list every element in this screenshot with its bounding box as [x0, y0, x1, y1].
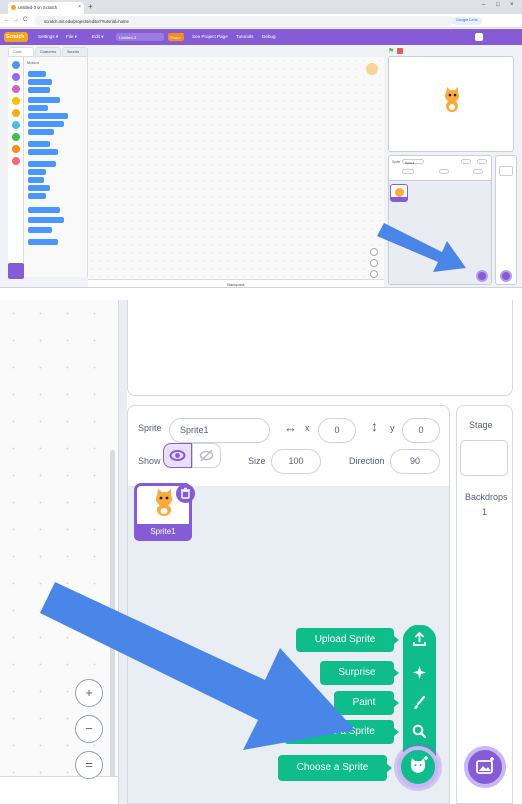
highlight-arrow-large — [40, 582, 355, 750]
highlight-arrow-small — [377, 223, 466, 272]
zoomed-sprite-pane: + − = Sprite Sprite1 ↔ x 0 ↕ y 0 Show Si… — [0, 300, 522, 804]
full-editor-screenshot: Untitled-3 on Scratch × + – □ × ← → C sc… — [0, 0, 522, 288]
